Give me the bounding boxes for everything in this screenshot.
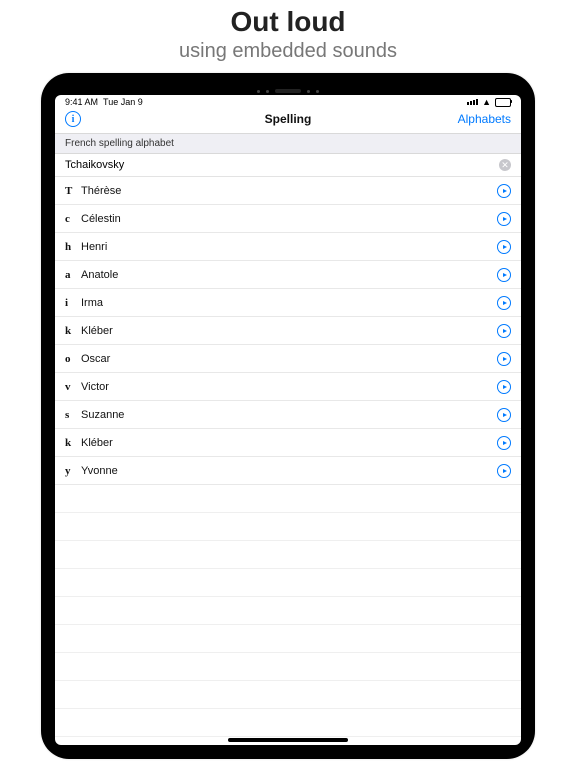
row-word: Thérèse xyxy=(81,185,497,197)
row-word: Kléber xyxy=(81,437,497,449)
empty-row xyxy=(55,513,521,541)
search-input[interactable]: Tchaikovsky ✕ xyxy=(55,154,521,177)
row-word: Anatole xyxy=(81,269,497,281)
row-word: Kléber xyxy=(81,325,497,337)
info-icon: i xyxy=(65,111,81,127)
status-date: Tue Jan 9 xyxy=(103,97,143,107)
row-letter: v xyxy=(65,381,81,393)
row-word: Célestin xyxy=(81,213,497,225)
empty-row xyxy=(55,569,521,597)
row-letter: h xyxy=(65,241,81,253)
row-letter: k xyxy=(65,325,81,337)
status-bar: 9:41 AM Tue Jan 9 ▲ xyxy=(55,95,521,107)
list-item[interactable]: aAnatole xyxy=(55,261,521,289)
empty-row xyxy=(55,597,521,625)
list-item[interactable]: kKléber xyxy=(55,429,521,457)
row-word: Henri xyxy=(81,241,497,253)
wifi-icon: ▲ xyxy=(482,97,491,107)
promo-header: Out loud using embedded sounds xyxy=(0,0,576,63)
row-letter: a xyxy=(65,269,81,281)
row-letter: k xyxy=(65,437,81,449)
home-indicator[interactable] xyxy=(228,738,348,742)
play-icon[interactable] xyxy=(497,352,511,366)
row-word: Irma xyxy=(81,297,497,309)
empty-row xyxy=(55,709,521,737)
list-item[interactable]: iIrma xyxy=(55,289,521,317)
promo-subtitle: using embedded sounds xyxy=(0,40,576,63)
info-button[interactable]: i xyxy=(65,111,81,127)
row-letter: i xyxy=(65,297,81,309)
play-icon[interactable] xyxy=(497,240,511,254)
list-item[interactable]: kKléber xyxy=(55,317,521,345)
list-item[interactable]: hHenri xyxy=(55,233,521,261)
list-item[interactable]: sSuzanne xyxy=(55,401,521,429)
play-icon[interactable] xyxy=(497,408,511,422)
list-item[interactable]: yYvonne xyxy=(55,457,521,485)
status-right: ▲ xyxy=(467,97,511,107)
row-letter: s xyxy=(65,409,81,421)
list-item[interactable]: oOscar xyxy=(55,345,521,373)
play-icon[interactable] xyxy=(497,464,511,478)
row-letter: o xyxy=(65,353,81,365)
spelling-list[interactable]: TThérèsecCélestinhHenriaAnatoleiIrmakKlé… xyxy=(55,177,521,745)
play-icon[interactable] xyxy=(497,268,511,282)
empty-row xyxy=(55,625,521,653)
device-screen: 9:41 AM Tue Jan 9 ▲ i Spelling Alphabets… xyxy=(55,95,521,745)
empty-row xyxy=(55,681,521,709)
row-letter: T xyxy=(65,185,81,197)
row-letter: c xyxy=(65,213,81,225)
section-header: French spelling alphabet xyxy=(55,134,521,154)
play-icon[interactable] xyxy=(497,212,511,226)
play-icon[interactable] xyxy=(497,296,511,310)
alphabets-button[interactable]: Alphabets xyxy=(458,112,511,126)
list-item[interactable]: TThérèse xyxy=(55,177,521,205)
row-word: Yvonne xyxy=(81,465,497,477)
row-word: Oscar xyxy=(81,353,497,365)
list-item[interactable]: vVictor xyxy=(55,373,521,401)
row-word: Victor xyxy=(81,381,497,393)
search-value: Tchaikovsky xyxy=(65,159,499,171)
battery-icon xyxy=(495,98,511,107)
status-left: 9:41 AM Tue Jan 9 xyxy=(65,97,143,107)
play-icon[interactable] xyxy=(497,324,511,338)
row-word: Suzanne xyxy=(81,409,497,421)
page-title: Spelling xyxy=(55,112,521,126)
row-letter: y xyxy=(65,465,81,477)
status-time: 9:41 AM xyxy=(65,97,98,107)
navigation-bar: i Spelling Alphabets xyxy=(55,107,521,134)
sensor-bar xyxy=(55,87,521,95)
empty-row xyxy=(55,541,521,569)
clear-icon[interactable]: ✕ xyxy=(499,159,511,171)
play-icon[interactable] xyxy=(497,184,511,198)
play-icon[interactable] xyxy=(497,436,511,450)
cellular-icon xyxy=(467,99,478,105)
empty-row xyxy=(55,485,521,513)
promo-title: Out loud xyxy=(0,6,576,38)
play-icon[interactable] xyxy=(497,380,511,394)
tablet-frame: 9:41 AM Tue Jan 9 ▲ i Spelling Alphabets… xyxy=(41,73,535,759)
list-item[interactable]: cCélestin xyxy=(55,205,521,233)
empty-row xyxy=(55,653,521,681)
